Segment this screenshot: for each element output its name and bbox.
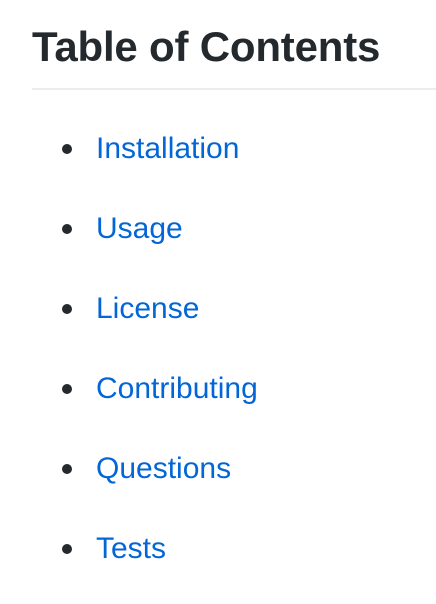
bullet-icon bbox=[62, 224, 72, 234]
toc-link-license[interactable]: License bbox=[96, 292, 199, 325]
toc-link-usage[interactable]: Usage bbox=[96, 212, 183, 245]
table-of-contents: Table of Contents Installation Usage Lic… bbox=[32, 0, 436, 565]
list-item: Installation bbox=[32, 124, 258, 204]
toc-link-contributing[interactable]: Contributing bbox=[96, 372, 258, 405]
bullet-icon bbox=[62, 384, 72, 394]
list-item: Tests bbox=[32, 524, 258, 604]
bullet-icon bbox=[62, 304, 72, 314]
list-item: Contributing bbox=[32, 364, 258, 444]
page-title: Table of Contents bbox=[32, 23, 381, 70]
toc-link-installation[interactable]: Installation bbox=[96, 132, 239, 165]
heading-divider bbox=[32, 88, 436, 90]
toc-link-questions[interactable]: Questions bbox=[96, 452, 231, 485]
toc-list: Installation Usage License Contributing … bbox=[32, 124, 258, 604]
bullet-icon bbox=[62, 464, 72, 474]
bullet-icon bbox=[62, 544, 72, 554]
list-item: Usage bbox=[32, 204, 258, 284]
bullet-icon bbox=[62, 144, 72, 154]
toc-link-tests[interactable]: Tests bbox=[96, 532, 166, 565]
list-item: License bbox=[32, 284, 258, 364]
list-item: Questions bbox=[32, 444, 258, 524]
